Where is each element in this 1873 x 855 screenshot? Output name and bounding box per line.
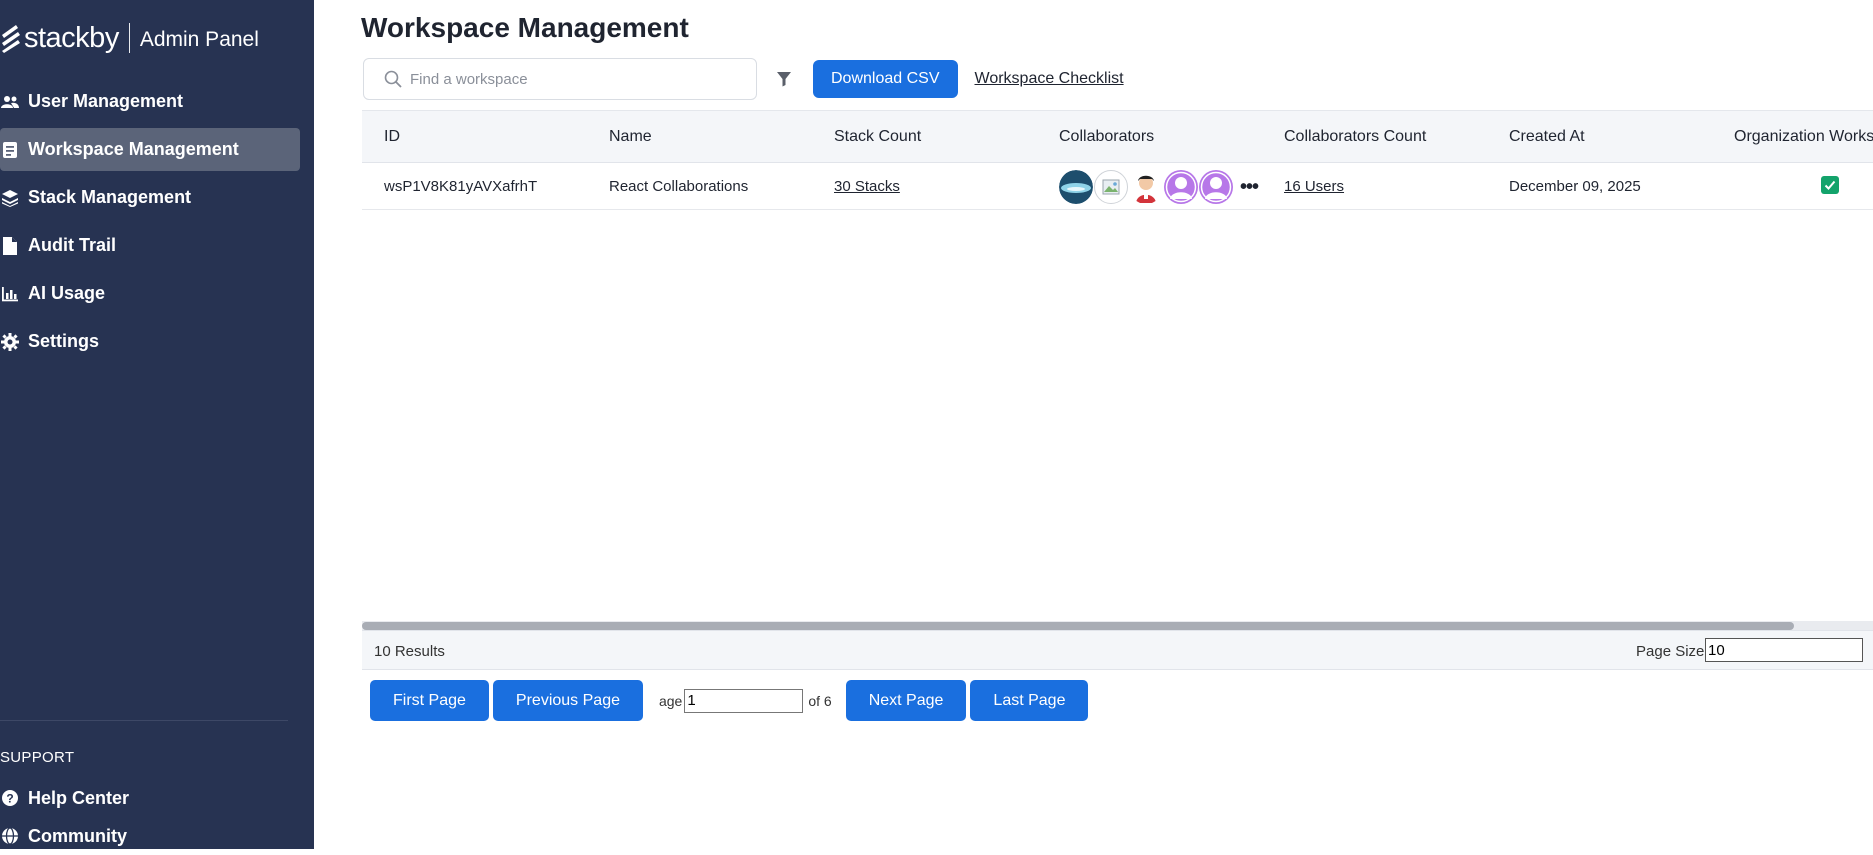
filter-button[interactable] (767, 62, 801, 96)
page-number-input[interactable] (684, 688, 804, 713)
results-count: 10 Results (374, 643, 445, 660)
sidebar-item-help-center[interactable]: ? Help Center (0, 779, 300, 817)
gear-icon (0, 332, 20, 352)
pagination: First Page Previous Page age of 6 Next P… (370, 680, 1092, 721)
avatar-placeholder[interactable] (1199, 170, 1233, 204)
sidebar-item-stack-management[interactable]: Stack Management (0, 176, 300, 219)
table-row[interactable]: wsP1V8K81yAVXafrhT React Collaborations … (362, 164, 1873, 210)
support-heading: SUPPORT (0, 749, 75, 766)
brand-name: stackby (24, 21, 119, 54)
column-header-organization[interactable]: Organization Works (1734, 128, 1873, 146)
column-header-collaborators-count[interactable]: Collaborators Count (1284, 128, 1426, 146)
column-header-stack-count[interactable]: Stack Count (834, 128, 921, 146)
page-size-input[interactable] (1705, 638, 1863, 662)
sidebar-item-ai-usage[interactable]: AI Usage (0, 272, 300, 315)
page-label: age (658, 692, 683, 709)
previous-page-button[interactable]: Previous Page (492, 680, 643, 721)
stack-count-link[interactable]: 30 Stacks (834, 178, 900, 195)
sidebar-item-label: User Management (28, 91, 184, 111)
workspace-table: ID Name Stack Count Collaborators Collab… (362, 110, 1873, 668)
column-header-collaborators[interactable]: Collaborators (1059, 128, 1154, 146)
brand[interactable]: stackby Admin Panel (0, 20, 259, 56)
avatar-placeholder[interactable] (1164, 170, 1198, 204)
workspace-icon (0, 140, 20, 160)
users-icon (0, 92, 20, 112)
collaborator-avatars: ••• (1059, 170, 1264, 204)
sidebar-item-label: Settings (28, 331, 100, 351)
support-item-label: Help Center (28, 787, 130, 808)
column-header-name[interactable]: Name (609, 128, 652, 146)
sidebar-item-audit-trail[interactable]: Audit Trail (0, 224, 300, 267)
cell-name: React Collaborations (609, 178, 749, 195)
brand-subtitle: Admin Panel (139, 27, 259, 51)
sidebar-item-label: AI Usage (28, 283, 106, 303)
first-page-button[interactable]: First Page (370, 680, 489, 721)
toolbar: Download CSV Workspace Checklist (363, 57, 1124, 101)
help-circle-icon: ? (0, 788, 20, 808)
sidebar-item-community[interactable]: Community (0, 817, 300, 855)
sidebar-item-workspace-management[interactable]: Workspace Management (0, 128, 300, 171)
table-footer: 10 Results Page Size: (362, 630, 1873, 670)
stack-icon (0, 188, 20, 208)
support-item-label: Community (28, 825, 127, 846)
download-csv-button[interactable]: Download CSV (813, 60, 958, 98)
sidebar-item-label: Stack Management (28, 187, 192, 207)
avatar[interactable] (1129, 170, 1163, 204)
svg-text:?: ? (6, 792, 13, 806)
support-list: ? Help Center Community (0, 779, 300, 855)
search-input[interactable] (410, 70, 740, 88)
sidebar-item-label: Workspace Management (28, 139, 239, 159)
more-collaborators-icon[interactable]: ••• (1234, 170, 1264, 204)
collaborators-count-link[interactable]: 16 Users (1284, 178, 1344, 195)
cell-id: wsP1V8K81yAVXafrhT (384, 178, 538, 195)
filter-icon (777, 72, 791, 87)
main-content: Workspace Management Download CSV Worksp… (314, 0, 1873, 849)
stackby-logo-icon (2, 25, 20, 53)
organization-checkbox[interactable] (1821, 176, 1839, 194)
workspace-checklist-link[interactable]: Workspace Checklist (975, 70, 1124, 88)
page-total-label: of 6 (808, 692, 832, 709)
brand-divider (128, 23, 130, 53)
sidebar-item-settings[interactable]: Settings (0, 320, 300, 363)
column-header-created-at[interactable]: Created At (1509, 128, 1585, 146)
sidebar: stackby Admin Panel User Management Work… (0, 0, 314, 849)
bar-chart-icon (0, 284, 20, 304)
cell-created-at: December 09, 2025 (1509, 178, 1641, 195)
scrollbar-thumb[interactable] (362, 622, 1794, 630)
checkmark-icon (1824, 180, 1836, 190)
table-header: ID Name Stack Count Collaborators Collab… (362, 111, 1873, 163)
column-header-id[interactable]: ID (384, 128, 400, 146)
sidebar-nav: User Management Workspace Management Sta… (0, 80, 300, 368)
page-title: Workspace Management (361, 12, 689, 43)
search-box[interactable] (363, 58, 757, 100)
document-icon (0, 236, 20, 256)
sidebar-divider (0, 720, 288, 721)
avatar[interactable] (1059, 170, 1093, 204)
sidebar-item-user-management[interactable]: User Management (0, 80, 300, 123)
page-size-label: Page Size: (1636, 643, 1709, 660)
sidebar-item-label: Audit Trail (28, 235, 117, 255)
avatar-broken-image[interactable] (1094, 170, 1128, 204)
globe-icon (0, 826, 20, 846)
next-page-button[interactable]: Next Page (845, 680, 967, 721)
search-icon (384, 70, 402, 88)
last-page-button[interactable]: Last Page (970, 680, 1089, 721)
